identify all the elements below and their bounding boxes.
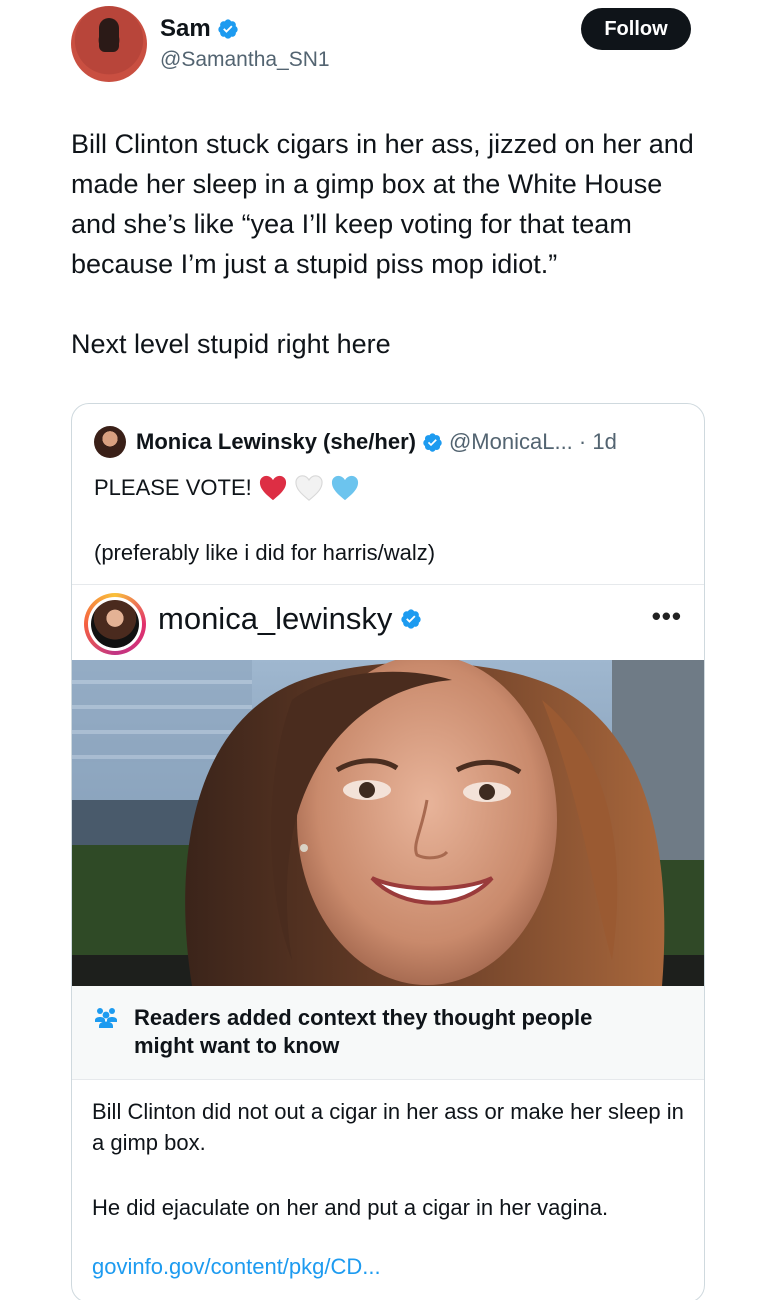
- verified-badge-icon: [423, 432, 442, 452]
- community-note-body: Bill Clinton did not out a cigar in her …: [92, 1099, 684, 1155]
- instagram-avatar[interactable]: [84, 593, 146, 655]
- tweet-header: Sam @Samantha_SN1 Follow: [0, 0, 773, 90]
- tweet-text-second-paragraph: Next level stupid right here: [71, 329, 391, 359]
- quoted-tweet-line1: PLEASE VOTE!: [94, 474, 360, 502]
- author-display-name[interactable]: Sam: [160, 15, 211, 43]
- verified-badge-icon: [218, 19, 238, 39]
- quoted-tweet-header: Monica Lewinsky (she/her) @MonicaL... · …: [94, 426, 617, 458]
- more-options-icon[interactable]: •••: [652, 601, 682, 632]
- quoted-tweet-text: PLEASE VOTE!: [94, 475, 252, 500]
- author-handle[interactable]: @Samantha_SN1: [160, 48, 330, 72]
- blue-heart-icon: [331, 475, 358, 501]
- community-note-header: Readers added context they thought peopl…: [72, 986, 704, 1080]
- community-note-body-second: He did ejaculate on her and put a cigar …: [92, 1195, 609, 1220]
- red-heart-icon: [259, 475, 286, 501]
- tweet-text: Bill Clinton stuck cigars in her ass, ji…: [71, 129, 694, 279]
- white-heart-icon: [295, 475, 323, 501]
- follow-button[interactable]: Follow: [581, 8, 691, 50]
- community-note: Readers added context they thought peopl…: [72, 986, 704, 1300]
- verified-badge-icon: [401, 609, 421, 629]
- instagram-username-row: monica_lewinsky: [158, 601, 422, 637]
- selfie-photo[interactable]: [72, 660, 704, 986]
- quoted-author-name[interactable]: Monica Lewinsky (she/her): [136, 429, 416, 455]
- quoted-author-handle-time[interactable]: @MonicaL... · 1d: [449, 429, 617, 455]
- author-name-row: Sam: [160, 15, 239, 43]
- quoted-tweet-line2: (preferably like i did for harris/walz): [94, 540, 436, 565]
- community-note-title: Readers added context they thought peopl…: [134, 1005, 593, 1058]
- quoted-tweet-card[interactable]: Monica Lewinsky (she/her) @MonicaL... · …: [71, 403, 705, 1300]
- readers-people-icon: [95, 1008, 117, 1028]
- community-note-source-link[interactable]: govinfo.gov/content/pkg/CD...: [92, 1254, 381, 1280]
- quoted-author-avatar[interactable]: [94, 426, 126, 458]
- author-avatar[interactable]: [71, 6, 147, 82]
- selfie-photo-illustration: [72, 660, 704, 986]
- instagram-username[interactable]: monica_lewinsky: [158, 601, 392, 637]
- instagram-post-header: monica_lewinsky •••: [72, 584, 704, 660]
